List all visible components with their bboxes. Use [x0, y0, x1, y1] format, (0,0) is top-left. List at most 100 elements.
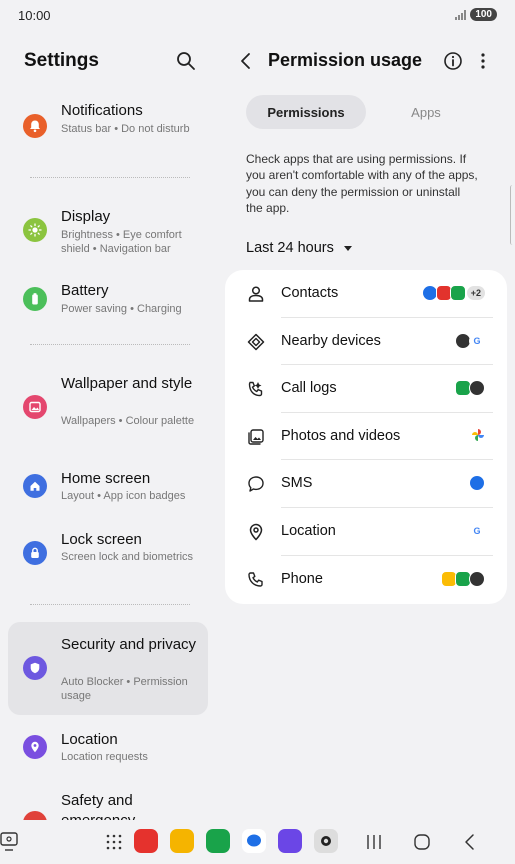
tab-permissions[interactable]: Permissions	[246, 95, 366, 129]
permission-label: Location	[281, 523, 336, 539]
permission-row-photos-videos[interactable]: Photos and videos	[225, 413, 507, 461]
menu-item-display[interactable]: Display Brightness • Eye comfort shield …	[8, 204, 208, 264]
google-app-icon: G	[469, 523, 485, 539]
call-log-icon	[248, 381, 263, 397]
recent-apps-icon[interactable]	[366, 833, 382, 851]
permission-row-call-logs[interactable]: Call logs	[225, 365, 507, 413]
google-photos-app-icon	[472, 428, 484, 441]
menu-subtitle: Status bar • Do not disturb	[61, 123, 190, 135]
menu-subtitle: Power saving • Charging	[61, 303, 182, 315]
sun-icon	[23, 218, 47, 242]
menu-item-lock-screen[interactable]: Lock screen Screen lock and biometrics	[8, 527, 208, 587]
keyboard-switcher-icon[interactable]	[0, 831, 20, 853]
divider	[30, 344, 190, 345]
message-bubble-icon	[248, 476, 264, 493]
location-icon	[23, 735, 47, 759]
permission-row-nearby-devices[interactable]: Nearby devices G	[225, 318, 507, 366]
menu-title: Home screen	[61, 470, 151, 487]
status-bar: 10:00 100	[0, 0, 515, 30]
status-indicators: 100	[455, 8, 497, 21]
lock-icon	[23, 541, 47, 565]
menu-item-notifications[interactable]: Notifications Status bar • Do not distur…	[8, 98, 208, 158]
permissions-card: Contacts +2 Nearby devices G Call logs P…	[225, 270, 507, 604]
back-arrow-icon[interactable]	[236, 51, 256, 71]
menu-item-security-privacy[interactable]: Security and privacy Auto Blocker • Perm…	[8, 622, 208, 715]
permission-label: Nearby devices	[281, 332, 381, 349]
menu-item-home-screen[interactable]: Home screen Layout • App icon badges	[8, 466, 208, 511]
app-icons	[455, 380, 485, 397]
app-icons	[471, 428, 485, 442]
internet-app-icon[interactable]	[278, 829, 302, 853]
files-app-icon[interactable]	[170, 829, 194, 853]
dropdown-arrow-icon	[343, 245, 352, 251]
battery-level: 100	[470, 8, 497, 21]
more-apps-count: +2	[466, 286, 485, 300]
menu-title: Security and privacy	[61, 636, 197, 653]
camera-app-icon	[469, 380, 485, 397]
notes-app-icon[interactable]	[134, 829, 158, 853]
home-button-icon[interactable]	[413, 833, 431, 851]
app-icons	[469, 475, 485, 492]
camera-app-icon	[469, 570, 485, 587]
app-icons: +2	[421, 285, 485, 301]
menu-item-location[interactable]: Location Location requests	[8, 728, 208, 773]
info-icon[interactable]	[443, 51, 463, 71]
phone-icon	[248, 571, 263, 587]
permission-label: Photos and videos	[281, 427, 401, 444]
home-icon	[23, 474, 47, 498]
menu-item-wallpaper[interactable]: Wallpaper and style Wallpapers • Colour …	[8, 371, 208, 446]
menu-title: Location	[61, 731, 118, 748]
phone-app-icon[interactable]	[206, 829, 230, 853]
menu-title: Safety and emergency	[61, 792, 135, 820]
divider	[30, 604, 190, 605]
menu-title: Wallpaper and style	[61, 375, 193, 392]
messages-app-icon[interactable]	[242, 829, 266, 853]
bell-icon	[23, 114, 47, 138]
time-filter-label: Last 24 hours	[246, 240, 334, 256]
menu-title: Battery	[61, 282, 109, 299]
phone-app-icon	[449, 285, 466, 301]
menu-item-battery[interactable]: Battery Power saving • Charging	[8, 278, 208, 323]
scroll-indicator[interactable]	[510, 185, 515, 245]
permission-row-location[interactable]: Location G	[225, 508, 507, 556]
photo-icon	[248, 429, 264, 445]
menu-title: Display	[61, 208, 111, 225]
permission-row-sms[interactable]: SMS	[225, 460, 507, 508]
menu-subtitle: Screen lock and biometrics	[61, 551, 194, 563]
person-icon	[248, 286, 264, 302]
battery-icon	[23, 287, 47, 311]
nearby-devices-icon	[247, 333, 265, 350]
menu-subtitle: Brightness • Eye comfort shield • Naviga…	[61, 229, 182, 255]
signal-icon	[455, 9, 467, 20]
page-title: Permission usage	[268, 50, 423, 70]
permission-label: Phone	[281, 570, 323, 587]
time-filter-dropdown[interactable]: Last 24 hours	[246, 240, 352, 256]
menu-title: Lock screen	[61, 531, 142, 548]
app-icons: G	[455, 332, 485, 349]
camera-app-icon[interactable]	[314, 829, 338, 853]
menu-item-safety-emergency[interactable]: Safety and emergency	[8, 789, 208, 820]
settings-title: Settings	[24, 50, 99, 71]
app-drawer-icon[interactable]	[105, 833, 123, 851]
search-icon[interactable]	[176, 51, 196, 71]
menu-subtitle: Auto Blocker • Permission usage	[61, 676, 188, 702]
back-button-icon[interactable]	[462, 833, 478, 851]
tab-apps[interactable]: Apps	[366, 95, 486, 129]
google-app-icon: G	[469, 332, 485, 349]
menu-subtitle: Wallpapers • Colour palette	[61, 415, 195, 427]
permission-label: Call logs	[281, 380, 337, 397]
app-icons	[441, 570, 485, 587]
shield-icon	[23, 656, 47, 680]
menu-subtitle: Layout • App icon badges	[61, 490, 186, 502]
permission-label: SMS	[281, 475, 313, 492]
permission-label: Contacts	[281, 285, 339, 301]
permission-row-phone[interactable]: Phone	[225, 556, 507, 604]
more-options-icon[interactable]	[475, 51, 491, 71]
divider	[30, 177, 190, 178]
image-icon	[23, 395, 47, 419]
messages-app-icon	[469, 475, 485, 492]
navigation-bar	[0, 820, 515, 864]
menu-title: Notifications	[61, 102, 143, 119]
permission-row-contacts[interactable]: Contacts +2	[225, 270, 507, 318]
menu-subtitle: Location requests	[61, 751, 148, 763]
